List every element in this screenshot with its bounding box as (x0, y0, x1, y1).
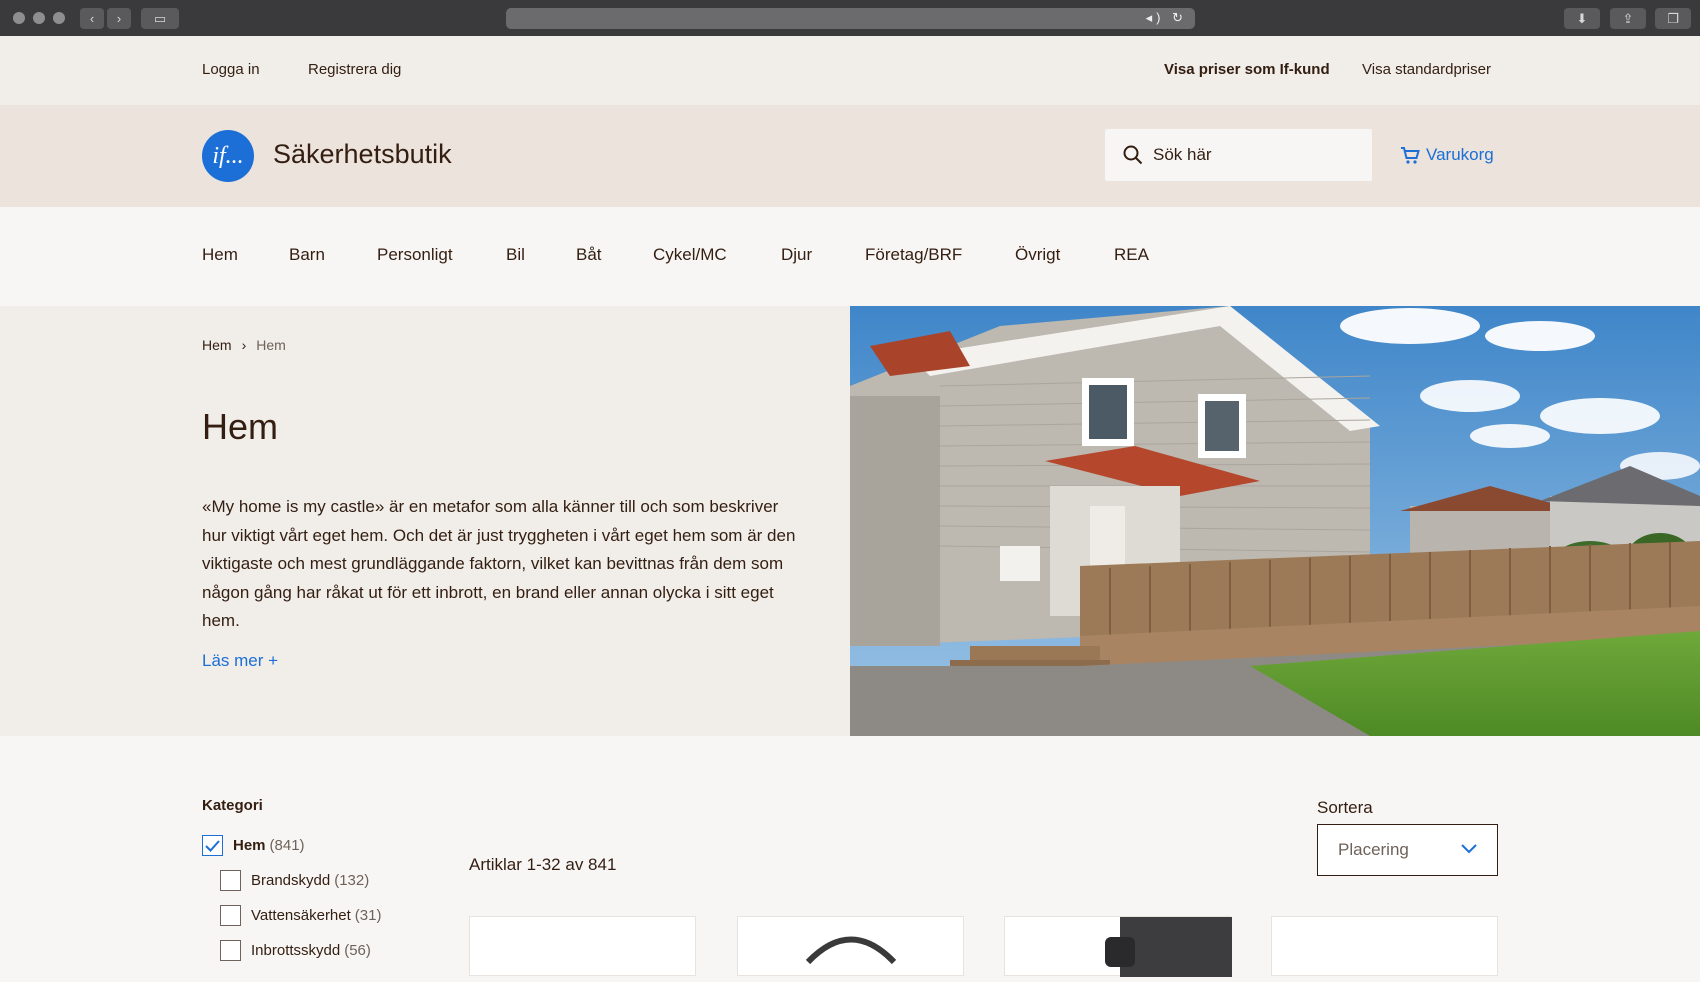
maximize-window-icon[interactable] (53, 12, 65, 24)
filter-brandskydd[interactable]: Brandskydd (132) (220, 870, 369, 891)
filter-label: Inbrottsskydd (251, 942, 341, 959)
nav-item-rea[interactable]: REA (1114, 245, 1149, 265)
hero-text-panel: Hem › Hem Hem «My home is my castle» är … (0, 306, 850, 736)
search-input[interactable]: Sök här (1105, 129, 1372, 181)
product-card[interactable] (737, 916, 964, 976)
filter-label: Brandskydd (251, 872, 331, 889)
tabs-icon[interactable]: ❐ (1655, 8, 1691, 29)
filter-hem[interactable]: Hem (841) (202, 835, 305, 856)
product-card[interactable] (1271, 916, 1498, 976)
site-header: if... Säkerhetsbutik Sök här Varukorg (0, 105, 1700, 207)
nav-item-ovrigt[interactable]: Övrigt (1015, 245, 1060, 265)
nav-item-personligt[interactable]: Personligt (377, 245, 453, 265)
nav-item-barn[interactable]: Barn (289, 245, 325, 265)
cart-icon (1401, 146, 1420, 164)
back-icon[interactable]: ‹ (80, 8, 104, 29)
breadcrumb: Hem › Hem (202, 337, 286, 353)
if-logo[interactable]: if... (202, 130, 254, 182)
filter-label: Vattensäkerhet (251, 907, 351, 924)
filter-count: (56) (344, 942, 371, 959)
if-prices-link[interactable]: Visa priser som If-kund (1164, 61, 1330, 78)
minimize-window-icon[interactable] (33, 12, 45, 24)
filter-vattensakerhet[interactable]: Vattensäkerhet (31) (220, 905, 381, 926)
product-card[interactable] (1004, 916, 1232, 977)
read-more-link[interactable]: Läs mer + (202, 651, 278, 671)
search-icon (1123, 145, 1143, 165)
article-count: Artiklar 1-32 av 841 (469, 855, 617, 874)
nav-item-djur[interactable]: Djur (781, 245, 812, 265)
share-icon[interactable]: ⇪ (1610, 8, 1646, 29)
sort-label: Sortera (1317, 798, 1373, 817)
checkbox-checked-icon[interactable] (202, 835, 223, 856)
utility-bar: Logga in Registrera dig Visa priser som … (0, 36, 1700, 105)
standard-prices-link[interactable]: Visa standardpriser (1362, 61, 1491, 78)
nav-item-bil[interactable]: Bil (506, 245, 525, 265)
address-bar[interactable]: ◂) ↻ (506, 8, 1195, 29)
sort-dropdown[interactable]: Placering (1317, 824, 1498, 876)
breadcrumb-current: Hem (256, 337, 286, 353)
checkbox-icon[interactable] (220, 905, 241, 926)
main-nav: Hem Barn Personligt Bil Båt Cykel/MC Dju… (0, 207, 1700, 306)
forward-icon[interactable]: › (107, 8, 131, 29)
nav-item-bat[interactable]: Båt (576, 245, 602, 265)
filter-count: (841) (269, 837, 305, 854)
breadcrumb-link-hem[interactable]: Hem (202, 337, 232, 353)
product-image (1105, 917, 1232, 977)
cart-button[interactable]: Varukorg (1400, 145, 1494, 165)
filter-count: (31) (354, 907, 382, 924)
page-title: Hem (202, 406, 279, 447)
filter-label: Hem (233, 837, 266, 854)
nav-item-foretag-brf[interactable]: Företag/BRF (865, 245, 962, 265)
hero-house-image (850, 306, 1700, 736)
login-link[interactable]: Logga in (202, 61, 260, 78)
hero-description: «My home is my castle» är en metafor som… (202, 497, 796, 630)
nav-item-cykel-mc[interactable]: Cykel/MC (653, 245, 727, 265)
sidebar-icon[interactable]: ▭ (141, 8, 179, 29)
checkbox-icon[interactable] (220, 870, 241, 891)
product-image (805, 936, 897, 965)
brand-name[interactable]: Säkerhetsbutik (273, 139, 452, 170)
download-icon[interactable]: ⬇ (1564, 8, 1600, 29)
filter-count: (132) (334, 872, 370, 889)
nav-item-hem[interactable]: Hem (202, 245, 238, 265)
chevron-right-icon: › (241, 337, 247, 353)
browser-toolbar: ‹ › ▭ ◂) ↻ ⬇ ⇪ ❐ (0, 0, 1700, 36)
category-filter-title: Kategori (202, 797, 263, 814)
cart-label: Varukorg (1426, 145, 1494, 164)
sort-value: Placering (1338, 840, 1409, 859)
register-link[interactable]: Registrera dig (308, 61, 401, 78)
product-card[interactable] (469, 916, 696, 976)
search-placeholder: Sök här (1153, 145, 1212, 164)
chevron-down-icon (1461, 844, 1477, 854)
reload-icon[interactable]: ◂) ↻ (1146, 10, 1187, 26)
close-window-icon[interactable] (13, 12, 25, 24)
